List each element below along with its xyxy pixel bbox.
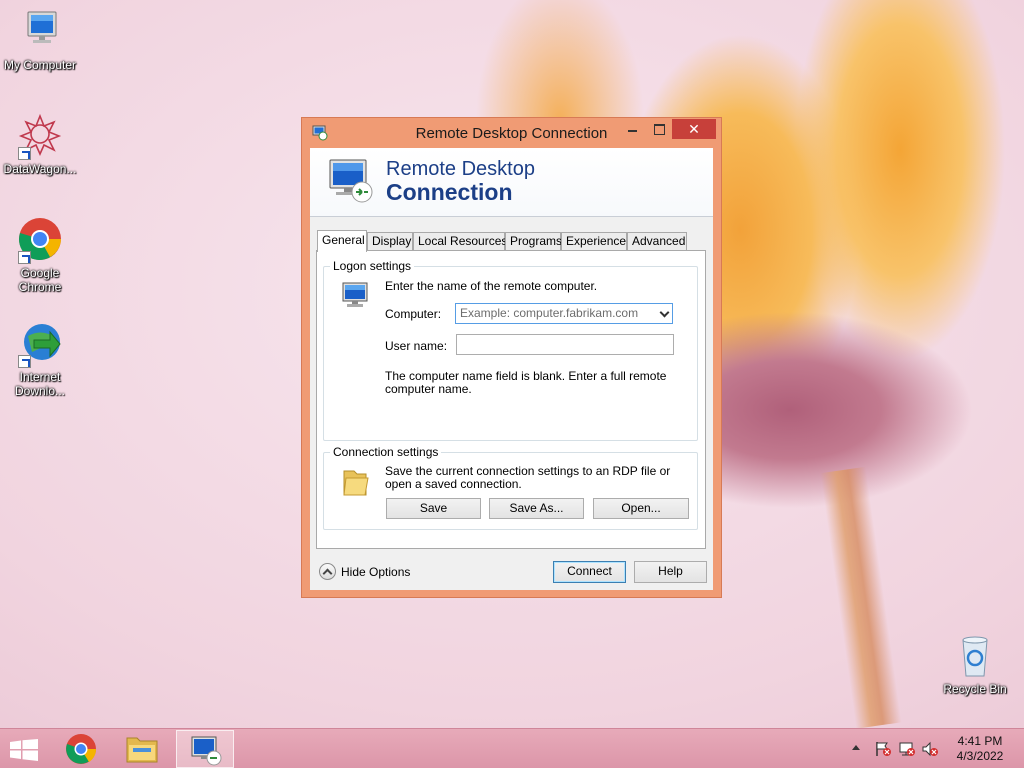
username-label: User name: <box>385 339 448 353</box>
tab-advanced[interactable]: Advanced <box>627 232 687 251</box>
computer-icon <box>340 281 372 311</box>
help-button[interactable]: Help <box>634 561 707 583</box>
chevron-down-icon[interactable] <box>659 307 670 318</box>
remote-desktop-icon <box>191 736 222 766</box>
tab-experience[interactable]: Experience <box>561 232 627 251</box>
start-icon <box>10 739 38 761</box>
tab-local-resources[interactable]: Local Resources <box>413 232 507 251</box>
save-as-button[interactable]: Save As... <box>489 498 584 519</box>
banner-title-line2: Connection <box>386 179 513 205</box>
desktop-icon-internet-download-manager[interactable]: Internet Downlo... <box>0 320 80 398</box>
logon-settings-group: Logon settings Enter the name of the rem… <box>323 259 698 441</box>
computer-combobox-placeholder: Example: computer.fabrikam.com <box>460 306 639 320</box>
action-center-flag-icon[interactable] <box>874 741 892 757</box>
logon-instruction: Enter the name of the remote computer. <box>385 279 598 293</box>
desktop-icon-google-chrome[interactable]: Google Chrome <box>0 216 80 294</box>
tab-display[interactable]: Display <box>367 232 413 251</box>
taskbar-file-explorer[interactable] <box>113 730 171 768</box>
show-hidden-icons-button[interactable] <box>852 745 860 750</box>
logon-settings-label: Logon settings <box>330 259 415 273</box>
desktop-icon-label: Google Chrome <box>18 266 62 294</box>
tab-general[interactable]: General <box>317 230 367 252</box>
desktop-icon-label: Recycle Bin <box>943 682 1007 696</box>
desktop-icon-recycle-bin[interactable]: Recycle Bin <box>935 632 1015 696</box>
recycle-bin-icon <box>951 632 999 680</box>
tab-programs[interactable]: Programs <box>505 232 562 251</box>
computer-icon <box>16 8 64 56</box>
rdc-banner: Remote Desktop Connection <box>310 148 713 217</box>
connection-settings-label: Connection settings <box>330 445 442 459</box>
clock-date: 4/3/2022 <box>956 749 1004 763</box>
folder-icon <box>340 467 370 499</box>
computer-combobox[interactable]: Example: computer.fabrikam.com <box>455 303 673 324</box>
computer-name-blank-warning: The computer name field is blank. Enter … <box>385 369 667 396</box>
network-icon[interactable] <box>898 741 916 757</box>
desktop-icon-label: Internet Downlo... <box>14 370 66 398</box>
chrome-icon <box>66 734 97 764</box>
taskbar-clock[interactable]: 4:41 PM 4/3/2022 <box>950 734 1010 764</box>
taskbar-remote-desktop[interactable] <box>176 730 234 768</box>
banner-title-line1: Remote Desktop <box>386 158 535 180</box>
file-explorer-icon <box>126 737 158 763</box>
connection-settings-description: Save the current connection settings to … <box>385 464 671 491</box>
remote-desktop-window: Remote Desktop Connection ✕ Remote Deskt… <box>301 117 722 598</box>
desktop-icon-label: My Computer <box>3 58 77 72</box>
minimize-button[interactable] <box>620 119 646 139</box>
taskbar: 4:41 PM 4/3/2022 <box>0 728 1024 768</box>
internet-download-manager-icon <box>16 320 64 368</box>
close-button[interactable]: ✕ <box>672 119 716 139</box>
connection-settings-group: Connection settings Save the current con… <box>323 445 698 530</box>
start-button[interactable] <box>10 739 38 761</box>
connect-button[interactable]: Connect <box>553 561 626 583</box>
clock-time: 4:41 PM <box>957 734 1003 748</box>
window-client-area: Remote Desktop Connection General Displa… <box>310 148 713 590</box>
remote-desktop-banner-icon <box>326 156 376 206</box>
desktop-icon-datawagon[interactable]: DataWagon... <box>0 112 80 176</box>
general-tab-panel: Logon settings Enter the name of the rem… <box>316 250 706 549</box>
hide-options-label: Hide Options <box>341 565 411 579</box>
datawagon-icon <box>16 112 64 160</box>
volume-muted-icon[interactable] <box>921 741 939 757</box>
desktop-icon-label: DataWagon... <box>3 162 77 176</box>
open-button[interactable]: Open... <box>593 498 689 519</box>
maximize-button[interactable] <box>646 119 672 139</box>
chrome-icon <box>16 216 64 264</box>
close-icon: ✕ <box>688 121 700 137</box>
chevron-up-icon <box>319 563 336 580</box>
window-titlebar[interactable]: Remote Desktop Connection ✕ <box>302 118 721 148</box>
computer-label: Computer: <box>385 307 442 321</box>
save-button[interactable]: Save <box>386 498 481 519</box>
desktop-icon-my-computer[interactable]: My Computer <box>0 8 80 72</box>
taskbar-chrome[interactable] <box>52 730 110 768</box>
username-input[interactable] <box>456 334 674 355</box>
